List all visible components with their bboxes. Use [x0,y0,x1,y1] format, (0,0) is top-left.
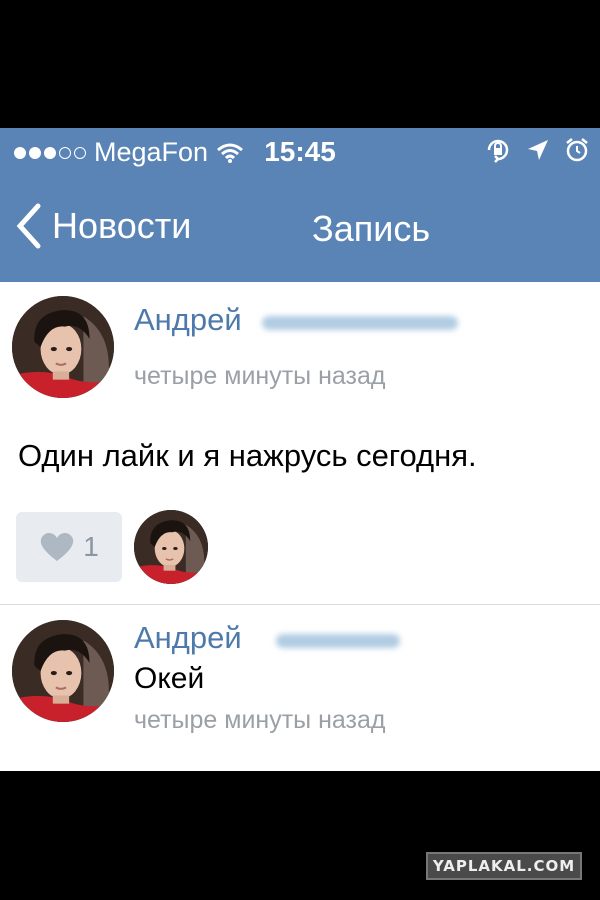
like-count: 1 [83,531,99,562]
heart-icon [41,532,74,561]
location-arrow-icon [528,140,548,160]
wifi-icon [217,143,244,163]
signal-dots-icon [14,146,86,159]
alarm-icon [566,138,588,162]
comment-author-avatar[interactable] [12,620,114,722]
carrier-name: MegaFon [94,137,209,167]
post-author-avatar[interactable] [12,296,114,398]
status-icons [484,136,590,164]
back-button[interactable]: Новости [14,202,191,250]
post-time: четыре минуты назад [134,362,386,390]
blurred-surname [262,316,458,330]
post-text: Один лайк и я нажрусь сегодня. [18,438,477,473]
watermark: YAPLAKAL.COM [426,852,582,880]
phone-screen: MegaFon 15:45 Новости Запись Андрей четы… [0,128,600,771]
comment-time: четыре минуты назад [134,706,386,734]
top-bar: MegaFon 15:45 Новости Запись [0,128,600,282]
status-bar: MegaFon 15:45 [0,128,600,178]
nav-title: Запись [312,208,431,249]
screenshot-root: { "status_bar": { "signal_dots_filled": … [0,0,600,900]
chevron-left-icon [16,203,41,249]
comment-author-name[interactable]: Андрей [134,620,242,656]
like-button[interactable]: 1 [16,512,122,582]
liker-avatar[interactable] [134,510,208,584]
rotation-lock-icon [487,139,509,163]
post-author-name[interactable]: Андрей [134,302,242,338]
back-label: Новости [52,205,192,246]
nav-bar: Новости Запись [0,198,600,268]
blurred-surname [276,634,400,648]
divider [0,604,600,605]
carrier-area: MegaFon [14,137,244,168]
comment-text: Окей [134,662,205,695]
